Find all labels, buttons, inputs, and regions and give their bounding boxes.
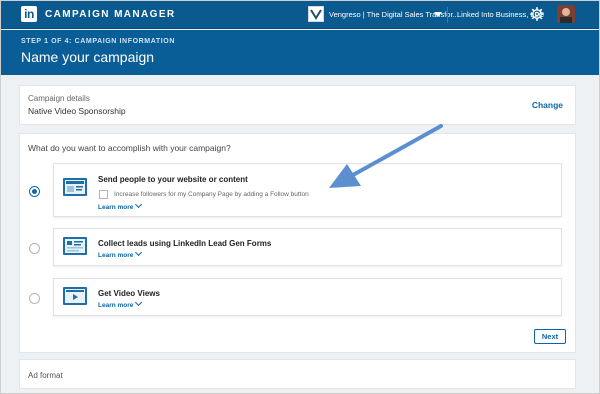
company-logo-icon [308, 6, 324, 22]
option-lead-gen[interactable]: Collect leads using LinkedIn Lead Gen Fo… [53, 228, 562, 266]
option-website-visits[interactable]: Send people to your website or content I… [53, 163, 562, 217]
objective-question: What do you want to accomplish with your… [28, 143, 231, 153]
option-video-views[interactable]: Get Video Views Learn more [53, 278, 562, 316]
lead-form-icon-graphic [67, 241, 83, 252]
campaign-details-label: Campaign details [28, 94, 90, 103]
video-icon [63, 287, 87, 305]
caret-down-icon[interactable] [434, 12, 442, 17]
user-avatar[interactable] [557, 5, 575, 23]
website-icon [63, 178, 87, 196]
chevron-down-icon [135, 298, 143, 307]
radio-lead-gen[interactable] [29, 243, 40, 254]
option-title: Collect leads using LinkedIn Lead Gen Fo… [98, 239, 272, 248]
follow-button-checkbox-label[interactable]: Increase followers for my Company Page b… [114, 191, 309, 198]
vengreso-logo-icon [310, 9, 322, 20]
website-icon-graphic [66, 181, 84, 192]
learn-more-link[interactable]: Learn more [98, 200, 143, 211]
profile-photo-icon [557, 5, 575, 23]
option-title: Get Video Views [98, 289, 160, 298]
play-icon [66, 290, 84, 300]
learn-more-label: Learn more [98, 302, 134, 309]
radio-website[interactable] [29, 186, 40, 197]
option-title: Send people to your website or content [98, 175, 248, 184]
gear-icon[interactable] [530, 7, 544, 21]
change-link[interactable]: Change [532, 100, 563, 110]
app-title: CAMPAIGN MANAGER [45, 9, 176, 20]
campaign-details-card: Campaign details Native Video Sponsorshi… [19, 85, 576, 125]
campaign-manager-window: in CAMPAIGN MANAGER Vengreso | The Digit… [0, 0, 600, 394]
linkedin-logo-icon[interactable]: in [21, 6, 37, 22]
next-button[interactable]: Next [534, 329, 566, 344]
objective-card: What do you want to accomplish with your… [19, 133, 576, 353]
ad-format-section[interactable]: Ad format [19, 359, 576, 389]
divider [447, 7, 448, 23]
chevron-down-icon [135, 248, 143, 257]
top-navigation-bar: in CAMPAIGN MANAGER Vengreso | The Digit… [1, 1, 599, 29]
learn-more-link[interactable]: Learn more [98, 248, 143, 259]
learn-more-label: Learn more [98, 204, 134, 211]
page-header: STEP 1 OF 4: CAMPAIGN INFORMATION Name y… [1, 30, 599, 75]
step-indicator: STEP 1 OF 4: CAMPAIGN INFORMATION [21, 38, 175, 45]
radio-video-views[interactable] [29, 293, 40, 304]
learn-more-label: Learn more [98, 252, 134, 259]
chevron-down-icon [135, 200, 143, 209]
learn-more-link[interactable]: Learn more [98, 298, 143, 309]
follow-button-checkbox[interactable] [99, 190, 108, 199]
ad-format-label: Ad format [28, 371, 63, 380]
lead-form-icon [63, 237, 87, 255]
campaign-details-value: Native Video Sponsorship [28, 106, 126, 116]
page-title: Name your campaign [21, 49, 155, 65]
